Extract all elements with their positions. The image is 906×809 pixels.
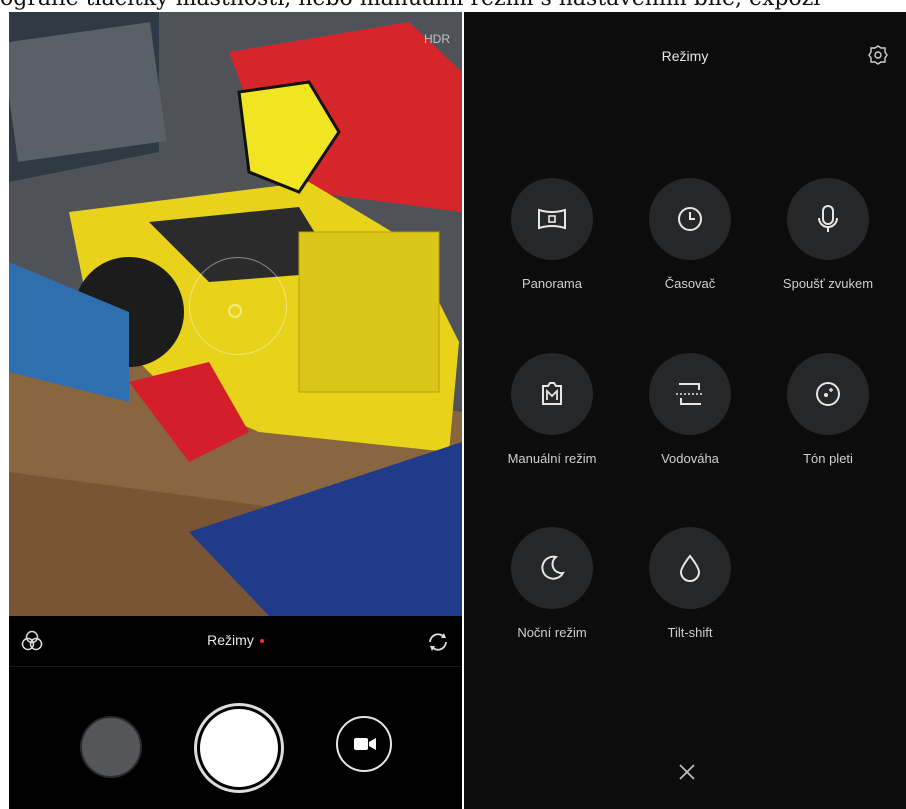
viewfinder[interactable]: HDR (9, 12, 462, 616)
manual-icon (511, 353, 593, 435)
mode-label: Noční režim (517, 625, 587, 640)
close-icon[interactable] (678, 763, 696, 781)
skin-tone-icon (787, 353, 869, 435)
mode-label: Spoušť zvukem (782, 276, 874, 291)
hdr-indicator[interactable]: HDR (424, 32, 450, 46)
mode-tilt-shift[interactable]: Tilt-shift (620, 527, 760, 640)
mode-label: Tón pleti (803, 451, 853, 466)
modes-row: Režimy (9, 616, 462, 667)
video-camera-icon (354, 738, 376, 750)
mode-label: Manuální režim (507, 451, 597, 466)
camera-controls: Režimy (9, 616, 462, 809)
mode-label: Panorama (522, 276, 582, 291)
focus-point (228, 304, 242, 318)
mode-level[interactable]: Vodováha (620, 353, 760, 466)
microphone-icon (787, 178, 869, 260)
mode-panorama[interactable]: Panorama (482, 178, 622, 291)
shutter-button[interactable] (197, 706, 281, 790)
drop-icon (649, 527, 731, 609)
modes-panel: Režimy Panorama Časovač Spoušť zvukem Ma… (464, 12, 906, 809)
mode-manual[interactable]: Manuální režim (482, 353, 622, 466)
mode-timer[interactable]: Časovač (620, 178, 760, 291)
new-indicator-dot (259, 639, 264, 644)
video-mode-button[interactable] (336, 716, 392, 772)
mode-skin-tone[interactable]: Tón pleti (758, 353, 898, 466)
mode-night[interactable]: Noční režim (482, 527, 622, 640)
timer-icon (649, 178, 731, 260)
switch-camera-icon[interactable] (426, 630, 450, 654)
mode-label: Tilt-shift (667, 625, 713, 640)
panorama-icon (511, 178, 593, 260)
gallery-thumbnail[interactable] (80, 716, 142, 778)
moon-icon (511, 527, 593, 609)
modes-button[interactable]: Režimy (9, 632, 462, 648)
mode-voice-shutter[interactable]: Spoušť zvukem (758, 178, 898, 291)
modes-label: Režimy (207, 632, 254, 648)
panel-title: Režimy (661, 48, 709, 64)
mode-label: Vodováha (661, 451, 719, 466)
settings-icon[interactable] (868, 45, 888, 65)
mode-label: Časovač (664, 276, 716, 291)
level-icon (649, 353, 731, 435)
camera-screen: HDR Režimy (9, 12, 462, 809)
